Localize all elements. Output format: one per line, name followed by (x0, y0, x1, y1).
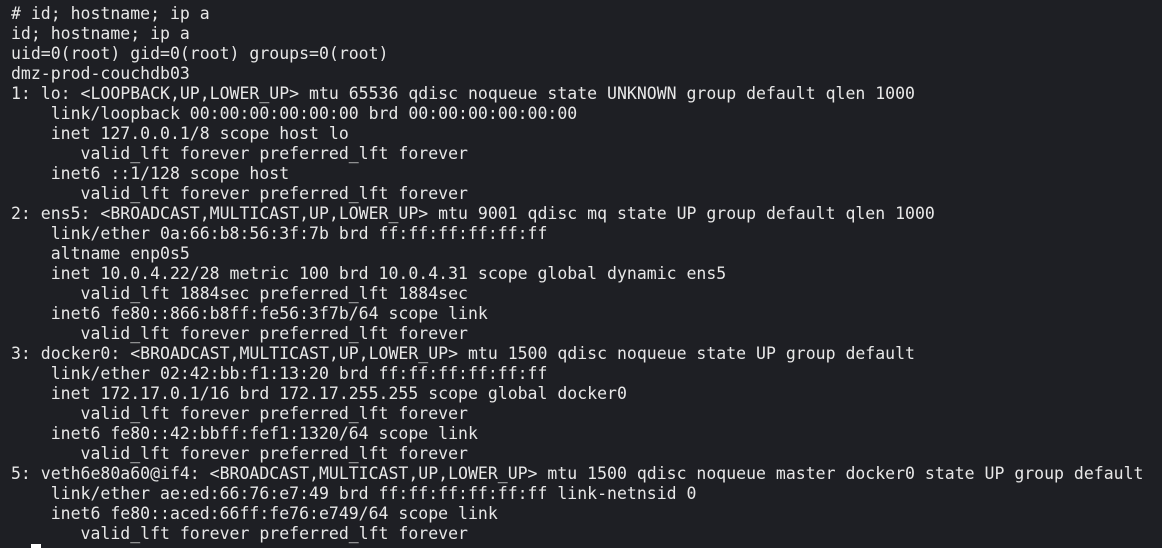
terminal-cursor (31, 544, 41, 548)
terminal-line: inet 127.0.0.1/8 scope host lo (11, 124, 349, 143)
terminal-line: valid_lft forever preferred_lft forever (11, 444, 468, 463)
terminal-line: inet 172.17.0.1/16 brd 172.17.255.255 sc… (11, 384, 627, 403)
terminal-line: valid_lft forever preferred_lft forever (11, 524, 468, 543)
terminal-line: inet6 ::1/128 scope host (11, 164, 290, 183)
terminal-line: uid=0(root) gid=0(root) groups=0(root) (11, 44, 389, 63)
terminal-line: valid_lft 1884sec preferred_lft 1884sec (11, 284, 468, 303)
terminal-line: valid_lft forever preferred_lft forever (11, 324, 468, 343)
terminal-line: link/ether 02:42:bb:f1:13:20 brd ff:ff:f… (11, 364, 548, 383)
terminal-line: valid_lft forever preferred_lft forever (11, 184, 468, 203)
terminal-line: 2: ens5: <BROADCAST,MULTICAST,UP,LOWER_U… (11, 204, 935, 223)
terminal-line: dmz-prod-couchdb03 (11, 64, 190, 83)
terminal-line: 3: docker0: <BROADCAST,MULTICAST,UP,LOWE… (11, 344, 915, 363)
terminal-line: inet6 fe80::42:bbff:fef1:1320/64 scope l… (11, 424, 478, 443)
terminal-line: inet6 fe80::aced:66ff:fe76:e749/64 scope… (11, 504, 498, 523)
terminal-line: 1: lo: <LOOPBACK,UP,LOWER_UP> mtu 65536 … (11, 84, 915, 103)
terminal-line: inet6 fe80::866:b8ff:fe56:3f7b/64 scope … (11, 304, 488, 323)
terminal-line: altname enp0s5 (11, 244, 190, 263)
terminal-line: link/ether ae:ed:66:76:e7:49 brd ff:ff:f… (11, 484, 697, 503)
terminal-line: 5: veth6e80a60@if4: <BROADCAST,MULTICAST… (11, 464, 1144, 483)
terminal-line: # id; hostname; ip a (11, 4, 210, 23)
terminal-line: valid_lft forever preferred_lft forever (11, 404, 468, 423)
terminal-line: link/loopback 00:00:00:00:00:00 brd 00:0… (11, 104, 578, 123)
terminal-line: valid_lft forever preferred_lft forever (11, 144, 468, 163)
terminal-line: id; hostname; ip a (11, 24, 190, 43)
terminal-output[interactable]: # id; hostname; ip a id; hostname; ip a … (0, 0, 1162, 548)
terminal-line: inet 10.0.4.22/28 metric 100 brd 10.0.4.… (11, 264, 727, 283)
terminal-line: link/ether 0a:66:b8:56:3f:7b brd ff:ff:f… (11, 224, 548, 243)
